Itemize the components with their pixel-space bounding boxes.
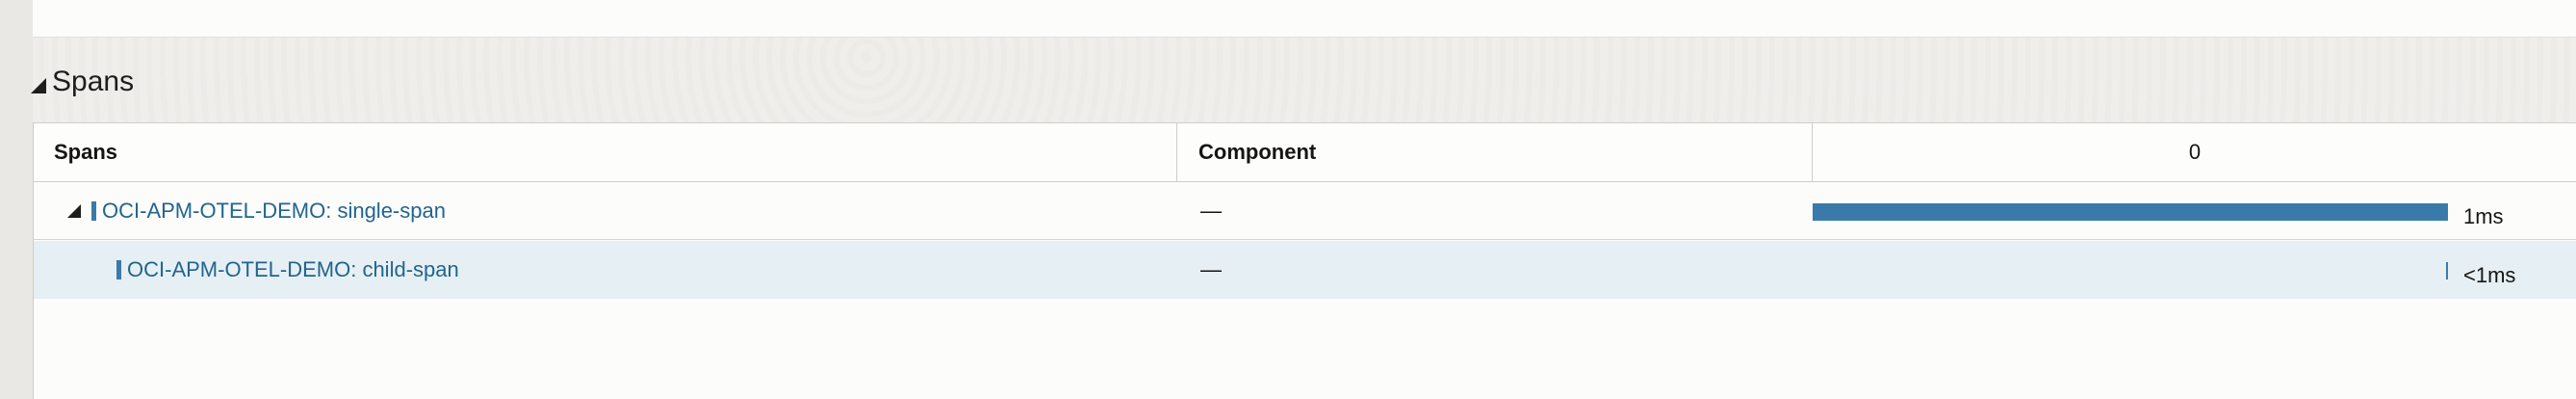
collapse-triangle-icon[interactable] bbox=[31, 78, 46, 93]
span-link[interactable]: OCI-APM-OTEL-DEMO: child-span bbox=[127, 257, 459, 282]
left-navigation-strip bbox=[0, 0, 33, 399]
trace-details-page: Spans Spans Component 0 OCI-APM-OTEL-DEM… bbox=[0, 0, 2576, 399]
spans-section-header[interactable]: Spans bbox=[31, 64, 134, 100]
span-color-marker bbox=[91, 201, 96, 221]
table-row[interactable]: OCI-APM-OTEL-DEMO: child-span — <1ms bbox=[34, 241, 2576, 299]
duration-bar bbox=[1813, 203, 2448, 221]
component-cell: — bbox=[1200, 257, 1222, 281]
span-name-cell: OCI-APM-OTEL-DEMO: single-span bbox=[67, 182, 446, 240]
span-link[interactable]: OCI-APM-OTEL-DEMO: single-span bbox=[102, 199, 446, 224]
timeline-scale-start: 0 bbox=[2188, 140, 2202, 164]
expand-collapse-icon[interactable] bbox=[67, 204, 81, 218]
section-title: Spans bbox=[52, 66, 135, 97]
span-color-marker bbox=[116, 260, 121, 279]
duration-bar bbox=[2446, 262, 2448, 279]
span-name-cell: OCI-APM-OTEL-DEMO: child-span bbox=[116, 241, 459, 299]
previous-section-panel bbox=[33, 0, 2576, 38]
spans-table: Spans Component 0 OCI-APM-OTEL-DEMO: sin… bbox=[33, 122, 2576, 399]
table-header: Spans Component 0 bbox=[34, 123, 2576, 182]
duration-label: <1ms bbox=[2463, 263, 2516, 287]
column-header-spans[interactable]: Spans bbox=[34, 123, 1177, 181]
duration-label: 1ms bbox=[2463, 204, 2504, 228]
component-cell: — bbox=[1200, 199, 1222, 223]
column-header-component[interactable]: Component bbox=[1177, 123, 1813, 181]
table-row[interactable]: OCI-APM-OTEL-DEMO: single-span — 1ms bbox=[34, 182, 2576, 240]
